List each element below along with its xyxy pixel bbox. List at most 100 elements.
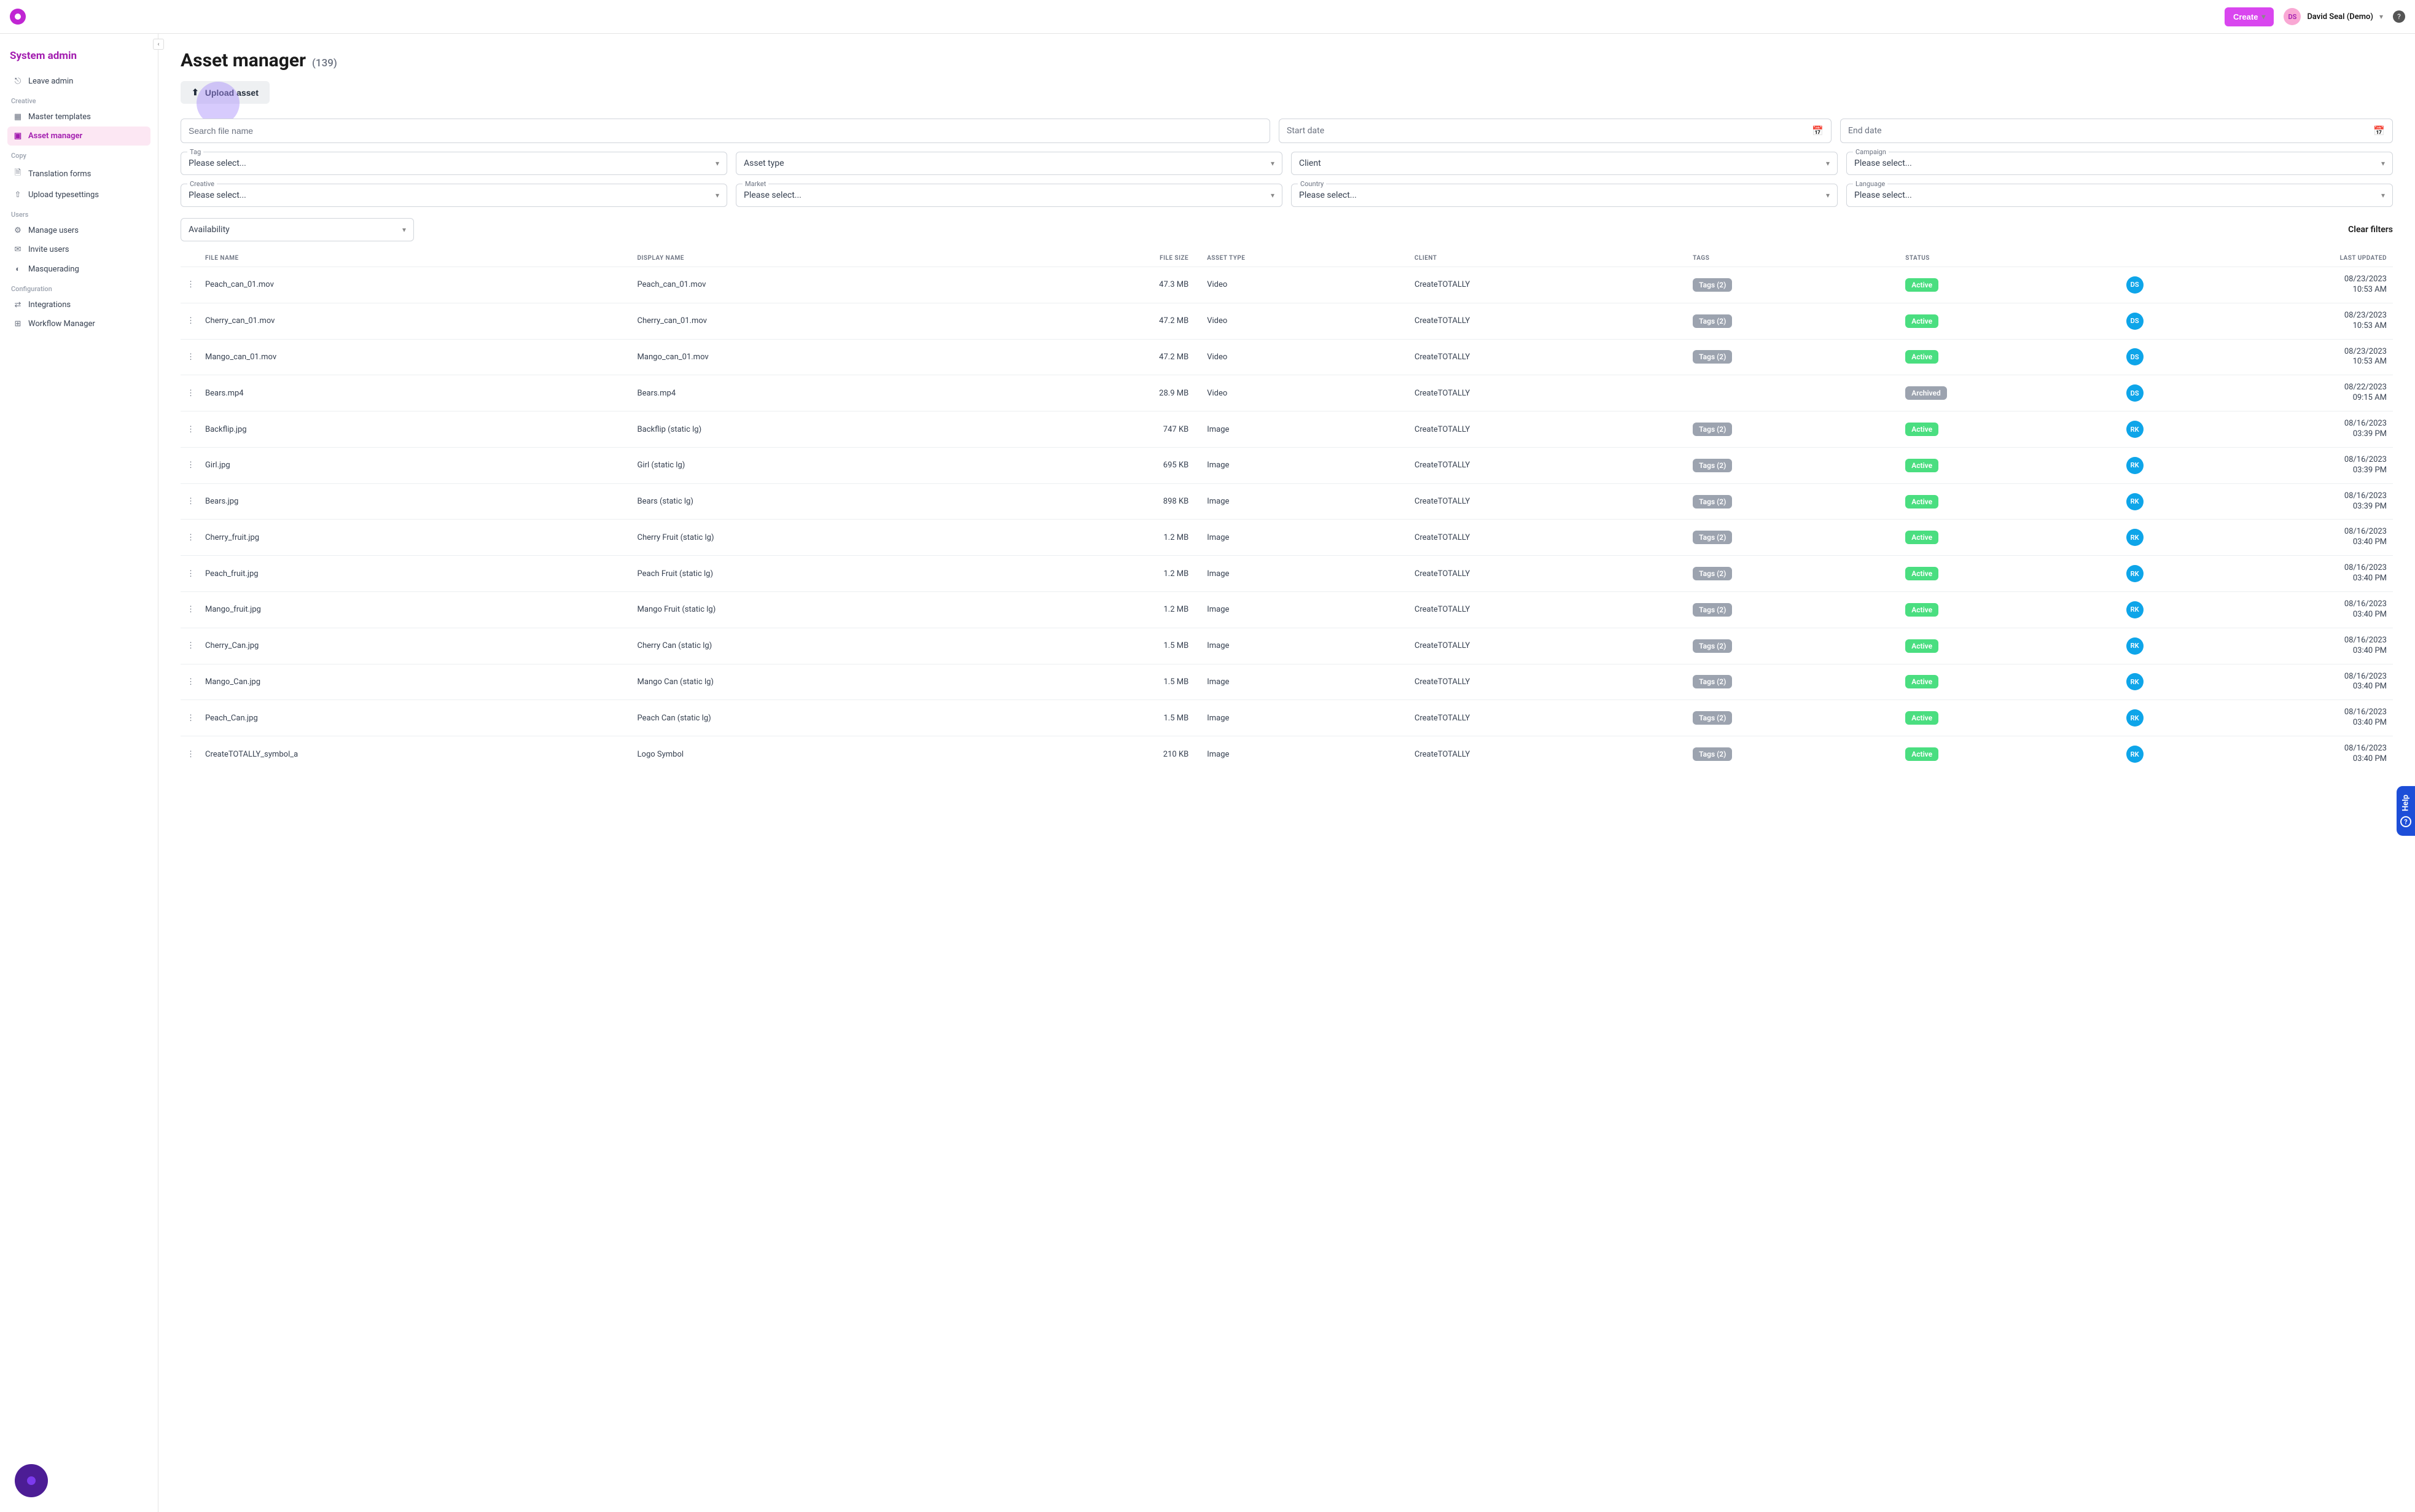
user-avatar[interactable]: DS: [2126, 384, 2144, 402]
cell-file-name[interactable]: CreateTOTALLY_symbol_a: [199, 736, 631, 772]
tags-pill[interactable]: Tags (2): [1693, 531, 1732, 544]
col-file-name[interactable]: FILE NAME: [199, 250, 631, 267]
tags-pill[interactable]: Tags (2): [1693, 603, 1732, 617]
sidebar-item-manage-users[interactable]: ⚙Manage users: [7, 221, 150, 240]
market-select[interactable]: Market Please select... ▾: [736, 184, 1282, 207]
user-avatar[interactable]: RK: [2126, 565, 2144, 582]
sidebar-item-upload-typesettings[interactable]: ⇧Upload typesettings: [7, 185, 150, 205]
cell-tags[interactable]: Tags (2): [1687, 411, 1899, 448]
help-icon[interactable]: ?: [2393, 10, 2405, 23]
client-select[interactable]: Client ▾: [1291, 152, 1838, 175]
row-menu-button[interactable]: ⋮: [181, 483, 199, 520]
tags-pill[interactable]: Tags (2): [1693, 423, 1732, 436]
row-menu-button[interactable]: ⋮: [181, 339, 199, 375]
user-avatar[interactable]: RK: [2126, 529, 2144, 546]
user-avatar[interactable]: RK: [2126, 746, 2144, 763]
user-avatar[interactable]: RK: [2126, 709, 2144, 727]
tags-pill[interactable]: Tags (2): [1693, 639, 1732, 653]
cell-tags[interactable]: Tags (2): [1687, 447, 1899, 483]
tags-pill[interactable]: Tags (2): [1693, 567, 1732, 580]
help-tab[interactable]: ? Help: [2397, 786, 2415, 836]
sidebar-item-asset-manager[interactable]: ▣Asset manager: [7, 127, 150, 146]
row-menu-button[interactable]: ⋮: [181, 556, 199, 592]
tags-pill[interactable]: Tags (2): [1693, 350, 1732, 364]
sidebar-item-invite-users[interactable]: ✉Invite users: [7, 240, 150, 259]
cell-file-name[interactable]: Mango_fruit.jpg: [199, 592, 631, 628]
cell-file-name[interactable]: Bears.mp4: [199, 375, 631, 411]
campaign-select[interactable]: Campaign Please select... ▾: [1846, 152, 2393, 175]
row-menu-button[interactable]: ⋮: [181, 375, 199, 411]
sidebar-item-integrations[interactable]: ⇄Integrations: [7, 295, 150, 314]
col-asset-type[interactable]: ASSET TYPE: [1201, 250, 1408, 267]
tags-pill[interactable]: Tags (2): [1693, 675, 1732, 688]
clear-filters-button[interactable]: Clear filters: [2348, 225, 2393, 235]
cell-file-name[interactable]: Cherry_fruit.jpg: [199, 520, 631, 556]
cell-tags[interactable]: Tags (2): [1687, 520, 1899, 556]
cell-file-name[interactable]: Mango_Can.jpg: [199, 664, 631, 700]
sidebar-item-workflow-manager[interactable]: ⊞Workflow Manager: [7, 314, 150, 333]
record-button[interactable]: [15, 1464, 48, 1497]
col-tags[interactable]: TAGS: [1687, 250, 1899, 267]
start-date-input[interactable]: Start date 📅: [1279, 119, 1832, 143]
tags-pill[interactable]: Tags (2): [1693, 495, 1732, 509]
sidebar-item-masquerading[interactable]: ◐Masquerading: [7, 259, 150, 279]
cell-tags[interactable]: Tags (2): [1687, 556, 1899, 592]
user-avatar[interactable]: RK: [2126, 673, 2144, 690]
cell-tags[interactable]: Tags (2): [1687, 700, 1899, 736]
row-menu-button[interactable]: ⋮: [181, 700, 199, 736]
cell-tags[interactable]: Tags (2): [1687, 664, 1899, 700]
row-menu-button[interactable]: ⋮: [181, 303, 199, 339]
cell-file-name[interactable]: Bears.jpg: [199, 483, 631, 520]
language-select[interactable]: Language Please select... ▾: [1846, 184, 2393, 207]
cell-file-name[interactable]: Mango_can_01.mov: [199, 339, 631, 375]
cell-tags[interactable]: Tags (2): [1687, 483, 1899, 520]
cell-tags[interactable]: Tags (2): [1687, 339, 1899, 375]
row-menu-button[interactable]: ⋮: [181, 736, 199, 772]
cell-tags[interactable]: [1687, 375, 1899, 411]
cell-file-name[interactable]: Backflip.jpg: [199, 411, 631, 448]
cell-file-name[interactable]: Peach_Can.jpg: [199, 700, 631, 736]
row-menu-button[interactable]: ⋮: [181, 411, 199, 448]
tags-pill[interactable]: Tags (2): [1693, 278, 1732, 292]
cell-file-name[interactable]: Girl.jpg: [199, 447, 631, 483]
search-input[interactable]: [189, 126, 1262, 136]
tags-pill[interactable]: Tags (2): [1693, 459, 1732, 472]
creative-select[interactable]: Creative Please select... ▾: [181, 184, 727, 207]
cell-tags[interactable]: Tags (2): [1687, 736, 1899, 772]
row-menu-button[interactable]: ⋮: [181, 592, 199, 628]
cell-tags[interactable]: Tags (2): [1687, 592, 1899, 628]
asset-type-select[interactable]: Asset type ▾: [736, 152, 1282, 175]
tags-pill[interactable]: Tags (2): [1693, 314, 1732, 328]
user-avatar[interactable]: RK: [2126, 601, 2144, 618]
row-menu-button[interactable]: ⋮: [181, 447, 199, 483]
user-avatar[interactable]: DS: [2126, 276, 2144, 294]
country-select[interactable]: Country Please select... ▾: [1291, 184, 1838, 207]
tags-pill[interactable]: Tags (2): [1693, 747, 1732, 761]
tag-select[interactable]: Tag Please select... ▾: [181, 152, 727, 175]
row-menu-button[interactable]: ⋮: [181, 628, 199, 664]
create-button[interactable]: Create ▾: [2225, 7, 2274, 26]
user-avatar[interactable]: RK: [2126, 637, 2144, 655]
user-avatar[interactable]: DS: [2126, 348, 2144, 365]
cell-file-name[interactable]: Peach_can_01.mov: [199, 267, 631, 303]
col-status[interactable]: STATUS: [1899, 250, 2120, 267]
sidebar-item-leave-admin[interactable]: ⎋ Leave admin: [7, 72, 150, 91]
sidebar-item-master-templates[interactable]: ▦Master templates: [7, 107, 150, 127]
end-date-input[interactable]: End date 📅: [1840, 119, 2393, 143]
cell-file-name[interactable]: Peach_fruit.jpg: [199, 556, 631, 592]
row-menu-button[interactable]: ⋮: [181, 267, 199, 303]
upload-asset-button[interactable]: ⬆ Upload asset: [181, 81, 270, 104]
user-avatar[interactable]: RK: [2126, 457, 2144, 474]
cell-file-name[interactable]: Cherry_Can.jpg: [199, 628, 631, 664]
col-file-size[interactable]: FILE SIZE: [1004, 250, 1201, 267]
col-display-name[interactable]: DISPLAY NAME: [631, 250, 1004, 267]
user-menu[interactable]: DS David Seal (Demo) ▾: [2284, 8, 2383, 25]
app-logo[interactable]: [10, 9, 26, 25]
cell-tags[interactable]: Tags (2): [1687, 267, 1899, 303]
cell-tags[interactable]: Tags (2): [1687, 303, 1899, 339]
availability-select[interactable]: Availability ▾: [181, 218, 414, 241]
user-avatar[interactable]: RK: [2126, 421, 2144, 438]
col-client[interactable]: CLIENT: [1408, 250, 1687, 267]
tags-pill[interactable]: Tags (2): [1693, 711, 1732, 725]
cell-tags[interactable]: Tags (2): [1687, 628, 1899, 664]
